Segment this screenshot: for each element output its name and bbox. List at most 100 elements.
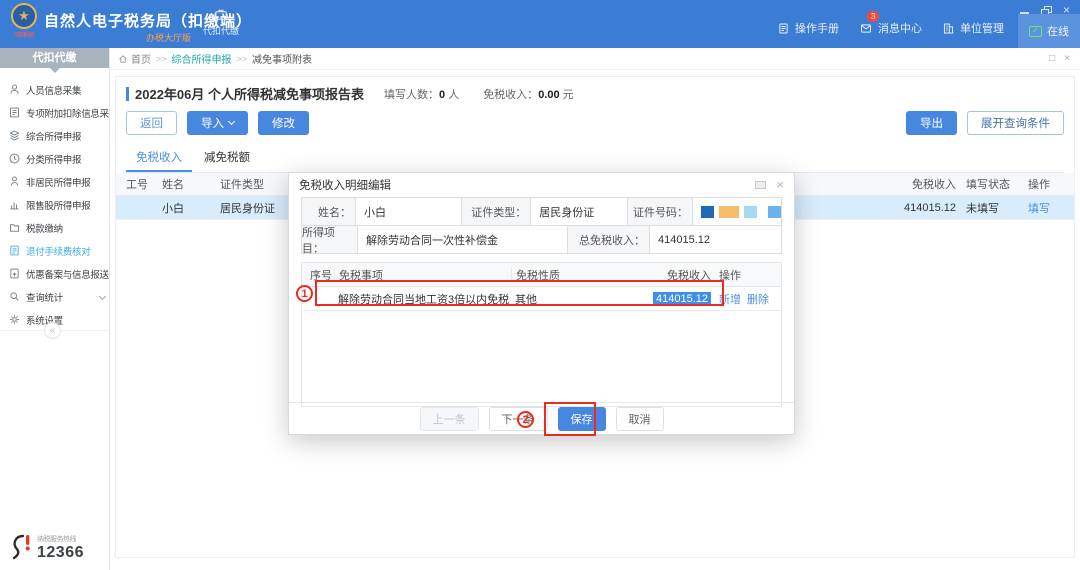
sidebar-item-query-statistics[interactable]: 查询统计 <box>0 285 109 308</box>
id-type-value: 居民身份证 <box>531 198 627 226</box>
modal-close-icon[interactable]: × <box>776 180 784 190</box>
org-manage-link[interactable]: 单位管理 <box>942 20 1004 36</box>
gear-icon <box>8 313 21 326</box>
modify-button[interactable]: 修改 <box>258 111 309 135</box>
tab-withholding-module[interactable]: 代扣代缴 <box>198 7 244 37</box>
redaction-block <box>744 206 757 218</box>
name-value: 小白 <box>356 198 462 226</box>
export-button[interactable]: 导出 <box>906 111 957 135</box>
manual-link[interactable]: 操作手册 <box>777 20 839 36</box>
sidebar-menu: 人员信息采集 专项附加扣除信息采集 综合所得申报 分类所得申报 非居民所得申报 … <box>0 78 109 331</box>
cell-tax-free-income: 414015.12 <box>846 202 956 214</box>
tax-free-total: 0.00 <box>538 89 559 101</box>
sidebar-item-classified-income[interactable]: 分类所得申报 <box>0 147 109 170</box>
person-icon <box>8 83 21 96</box>
redaction-block <box>719 206 739 218</box>
prev-record-button[interactable]: 上一条 <box>420 407 479 431</box>
cell-fill-status: 未填写 <box>956 200 1016 216</box>
folder-icon <box>8 221 21 234</box>
emblem-caption: 中国税务 <box>7 30 41 39</box>
id-no-label: 证件号码： <box>628 198 693 226</box>
toolbar: 返回 导入 修改 导出 展开查询条件 <box>126 111 1064 135</box>
annotation-step1: 1 <box>296 285 313 302</box>
report-title-row: 2022年06月 个人所得税减免事项报告表 填写人数：0 人 免税收入：0.00… <box>126 84 1064 103</box>
tab-tax-free-income[interactable]: 免税收入 <box>126 143 192 172</box>
annotation-row-box <box>315 280 724 306</box>
tab-tax-reduction[interactable]: 减免税额 <box>194 143 260 172</box>
modal-footer: 上一条 下一条 保存 取消 <box>289 402 794 434</box>
home-icon <box>118 54 128 64</box>
breadcrumb-level2: 减免事项附表 <box>252 51 312 66</box>
form-icon <box>8 106 21 119</box>
modal-header: 免税收入明细编辑 × <box>289 173 794 197</box>
titlebar: ★ 中国税务 自然人电子税务局（扣缴端） 办税大厅版 代扣代缴 × 操作手册 3… <box>0 0 1080 48</box>
edition-label: 办税大厅版 <box>146 31 191 44</box>
tab-restore-icon[interactable]: □ <box>1049 53 1055 64</box>
breadcrumb-separator: >> <box>156 54 167 64</box>
title-accent-bar <box>126 87 129 101</box>
doc-check-icon <box>8 244 21 257</box>
module-tab-label: 代扣代缴 <box>203 26 239 36</box>
sidebar-item-personnel-info[interactable]: 人员信息采集 <box>0 78 109 101</box>
briefcase-icon <box>213 7 229 22</box>
sidebar-collapse-button[interactable]: « <box>44 322 61 339</box>
total-label: 总免税收入： <box>568 226 650 254</box>
chevron-down-icon <box>228 118 235 125</box>
tab-bar: 免税收入 减免税额 <box>126 143 1064 173</box>
cancel-button[interactable]: 取消 <box>616 407 664 431</box>
sidebar: 代扣代缴 人员信息采集 专项附加扣除信息采集 综合所得申报 分类所得申报 非居民… <box>0 48 110 570</box>
hotline-number: 12366 <box>37 544 84 562</box>
income-item-label: 所得项目： <box>302 226 358 254</box>
sidebar-item-nonresident-income[interactable]: 非居民所得申报 <box>0 170 109 193</box>
redaction-block <box>701 206 714 218</box>
search-icon <box>8 290 21 303</box>
online-status[interactable]: ✓ 在线 <box>1018 14 1080 48</box>
sidebar-item-preferential-filing[interactable]: 优惠备案与信息报送 <box>0 262 109 285</box>
cell-name: 小白 <box>162 200 220 216</box>
id-type-label: 证件类型： <box>462 198 531 226</box>
doc-send-icon <box>8 267 21 280</box>
hotline-logo-icon <box>8 532 34 562</box>
breadcrumb-home[interactable]: 首页 <box>118 51 151 66</box>
document-icon <box>777 22 790 35</box>
tab-controls: □ × <box>1049 53 1070 64</box>
delete-row-link[interactable]: 删除 <box>747 291 769 307</box>
import-button[interactable]: 导入 <box>187 111 248 135</box>
id-no-redacted <box>693 198 782 226</box>
sidebar-item-comprehensive-income[interactable]: 综合所得申报 <box>0 124 109 147</box>
header-links: 操作手册 3 消息中心 单位管理 <box>777 20 1004 36</box>
chart-icon <box>8 198 21 211</box>
expand-query-button[interactable]: 展开查询条件 <box>967 111 1064 135</box>
cell-id-type: 居民身份证 <box>220 200 290 216</box>
tax-emblem-logo: ★ 中国税务 <box>7 3 41 39</box>
hotline-label: 纳税服务热线 <box>37 534 84 544</box>
report-stats: 填写人数：0 人 免税收入：0.00 元 <box>384 86 574 102</box>
redaction-block <box>768 206 781 218</box>
sidebar-item-tax-payment[interactable]: 税款缴纳 <box>0 216 109 239</box>
breadcrumb-level1[interactable]: 综合所得申报 <box>172 51 232 66</box>
modal-grid-icon[interactable] <box>755 181 766 189</box>
message-center-link[interactable]: 3 消息中心 <box>859 20 922 36</box>
sidebar-item-refund-fee-check[interactable]: 退付手续费核对 <box>0 239 109 262</box>
emblem-star-icon: ★ <box>11 3 37 29</box>
breadcrumb-separator: >> <box>237 54 248 64</box>
envelope-icon <box>859 22 873 35</box>
back-button[interactable]: 返回 <box>126 111 177 135</box>
sidebar-item-restricted-shares[interactable]: 限售股所得申报 <box>0 193 109 216</box>
name-label: 姓名： <box>302 198 356 226</box>
fill-link[interactable]: 填写 <box>1016 200 1074 216</box>
online-check-icon: ✓ <box>1029 26 1042 37</box>
tab-close-icon[interactable]: × <box>1064 53 1070 64</box>
annotation-step2: 2 <box>517 411 534 428</box>
layers-icon <box>8 129 21 142</box>
person-outline-icon <box>8 175 21 188</box>
clock-icon <box>8 152 21 165</box>
page-title: 2022年06月 个人所得税减免事项报告表 <box>135 84 364 103</box>
annotation-save-box <box>544 402 596 436</box>
app-window: ★ 中国税务 自然人电子税务局（扣缴端） 办税大厅版 代扣代缴 × 操作手册 3… <box>0 0 1080 570</box>
hotline: 纳税服务热线 12366 <box>8 532 84 562</box>
chevron-down-icon <box>99 293 106 300</box>
sidebar-divider: « <box>0 330 109 331</box>
filled-count: 0 <box>439 89 445 101</box>
sidebar-item-special-deduction[interactable]: 专项附加扣除信息采集 <box>0 101 109 124</box>
